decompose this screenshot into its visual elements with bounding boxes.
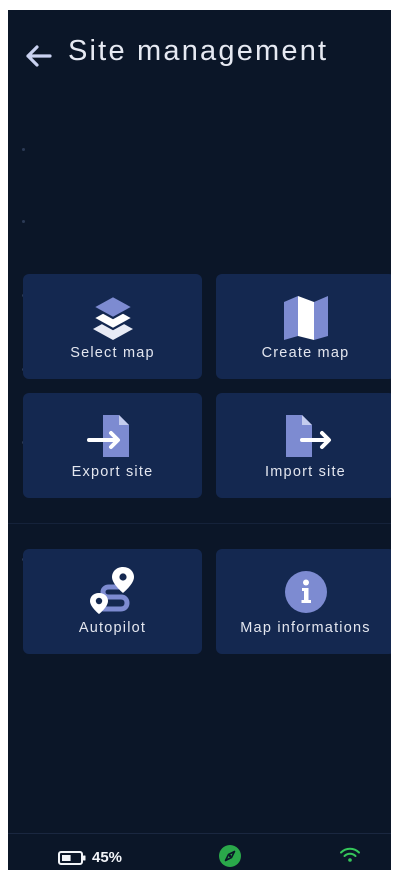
tile-label: Map informations (240, 620, 371, 636)
wifi-icon (340, 847, 360, 862)
decorative-dot (22, 148, 25, 151)
tile-label: Create map (261, 345, 350, 361)
back-arrow-icon[interactable] (20, 38, 56, 74)
create-map-button[interactable]: Create map (216, 274, 391, 379)
compass-icon[interactable] (219, 845, 241, 867)
tile-label: Select map (70, 345, 155, 361)
section-divider (8, 523, 391, 524)
header: Site management (8, 30, 391, 80)
layers-icon (90, 294, 135, 340)
tile-label: Export site (71, 464, 154, 480)
file-export-icon (86, 415, 129, 457)
status-bar: 45% (8, 833, 391, 870)
tile-label: Import site (265, 464, 346, 480)
decorative-dot (22, 220, 25, 223)
map-informations-button[interactable]: Map informations (216, 549, 391, 654)
file-import-icon (285, 415, 331, 457)
battery-indicator: 45% (58, 849, 122, 866)
export-site-button[interactable]: Export site (23, 393, 202, 498)
folded-map-icon (283, 296, 328, 340)
info-icon (284, 571, 327, 613)
battery-icon (58, 850, 86, 865)
battery-percentage: 45% (92, 849, 123, 866)
autopilot-button[interactable]: Autopilot (23, 549, 202, 654)
route-icon (89, 567, 134, 614)
app-screen: Site management Select map Create map Ex… (8, 10, 391, 870)
page-title: Site management (68, 35, 329, 67)
tile-label: Autopilot (78, 620, 147, 636)
select-map-button[interactable]: Select map (23, 274, 202, 379)
import-site-button[interactable]: Import site (216, 393, 391, 498)
